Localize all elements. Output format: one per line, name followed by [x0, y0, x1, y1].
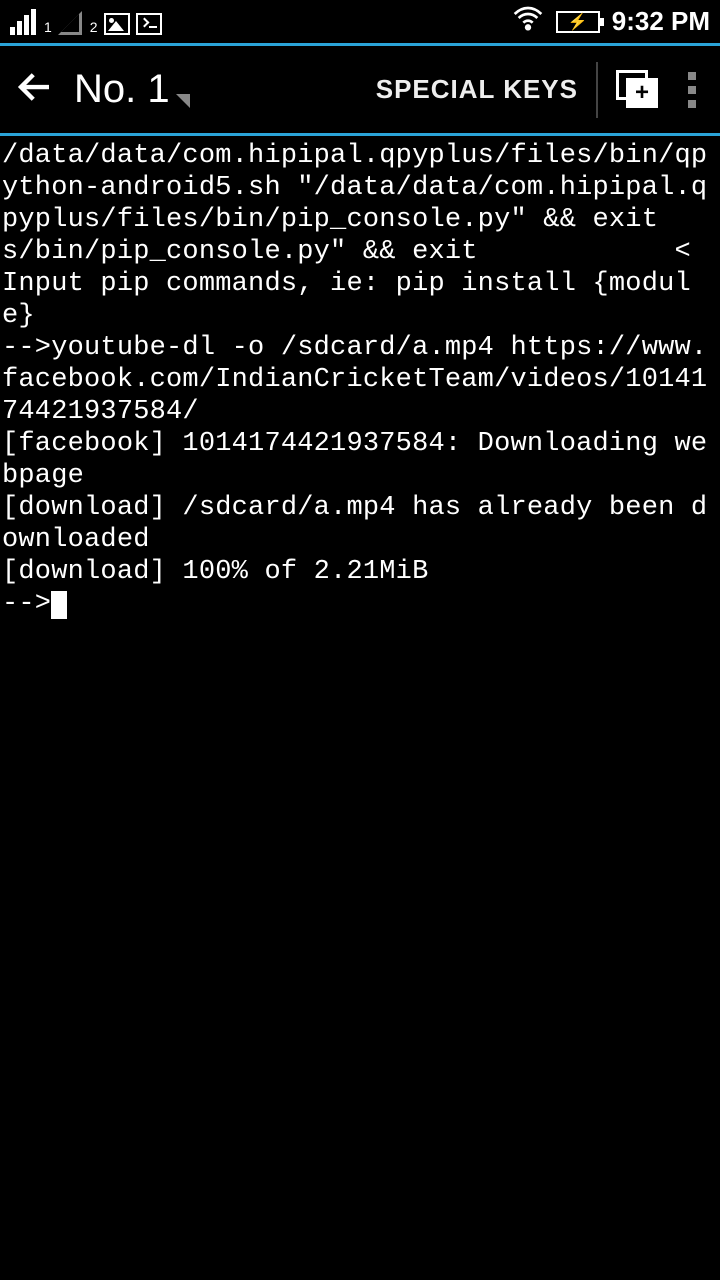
app-bar: No. 1 SPECIAL KEYS +: [0, 46, 720, 136]
wifi-icon: [512, 2, 544, 41]
sim1-label: 1: [44, 19, 52, 35]
overflow-menu-button[interactable]: [678, 72, 706, 108]
charging-icon: ⚡: [568, 12, 588, 32]
status-left: 1 2: [10, 9, 162, 35]
status-bar: 1 2 ⚡ 9:32 PM: [0, 0, 720, 46]
new-window-button[interactable]: +: [616, 70, 660, 110]
terminal-line: [download] 100% of 2.21MiB: [2, 557, 428, 587]
special-keys-button[interactable]: SPECIAL KEYS: [376, 74, 578, 105]
terminal-output[interactable]: /data/data/com.hipipal.qpyplus/files/bin…: [0, 136, 720, 624]
clock: 9:32 PM: [612, 6, 710, 37]
session-label: No. 1: [74, 67, 170, 112]
terminal-line: -->youtube-dl -o /sdcard/a.mp4 https://w…: [2, 333, 707, 427]
terminal-line: [download] /sdcard/a.mp4 has already bee…: [2, 493, 707, 555]
battery-icon: ⚡: [556, 11, 600, 33]
session-dropdown[interactable]: No. 1: [74, 67, 190, 112]
terminal-icon: [136, 13, 162, 35]
terminal-line: [facebook] 1014174421937584: Downloading…: [2, 429, 707, 491]
cursor-icon: [51, 591, 67, 619]
terminal-line: /data/data/com.hipipal.qpyplus/files/bin…: [2, 141, 707, 235]
divider: [596, 62, 598, 118]
signal-empty-icon: [58, 11, 82, 35]
chevron-down-icon: [176, 94, 190, 108]
sim2-label: 2: [90, 19, 98, 35]
terminal-line: s/bin/pip_console.py" && exit <: [2, 237, 691, 267]
plus-icon: +: [626, 78, 658, 108]
picture-icon: [104, 13, 130, 35]
terminal-prompt: -->: [2, 589, 51, 619]
back-button[interactable]: [14, 66, 56, 113]
signal-icon: [10, 9, 36, 35]
status-right: ⚡ 9:32 PM: [512, 2, 710, 41]
terminal-line: Input pip commands, ie: pip install {mod…: [2, 269, 691, 331]
